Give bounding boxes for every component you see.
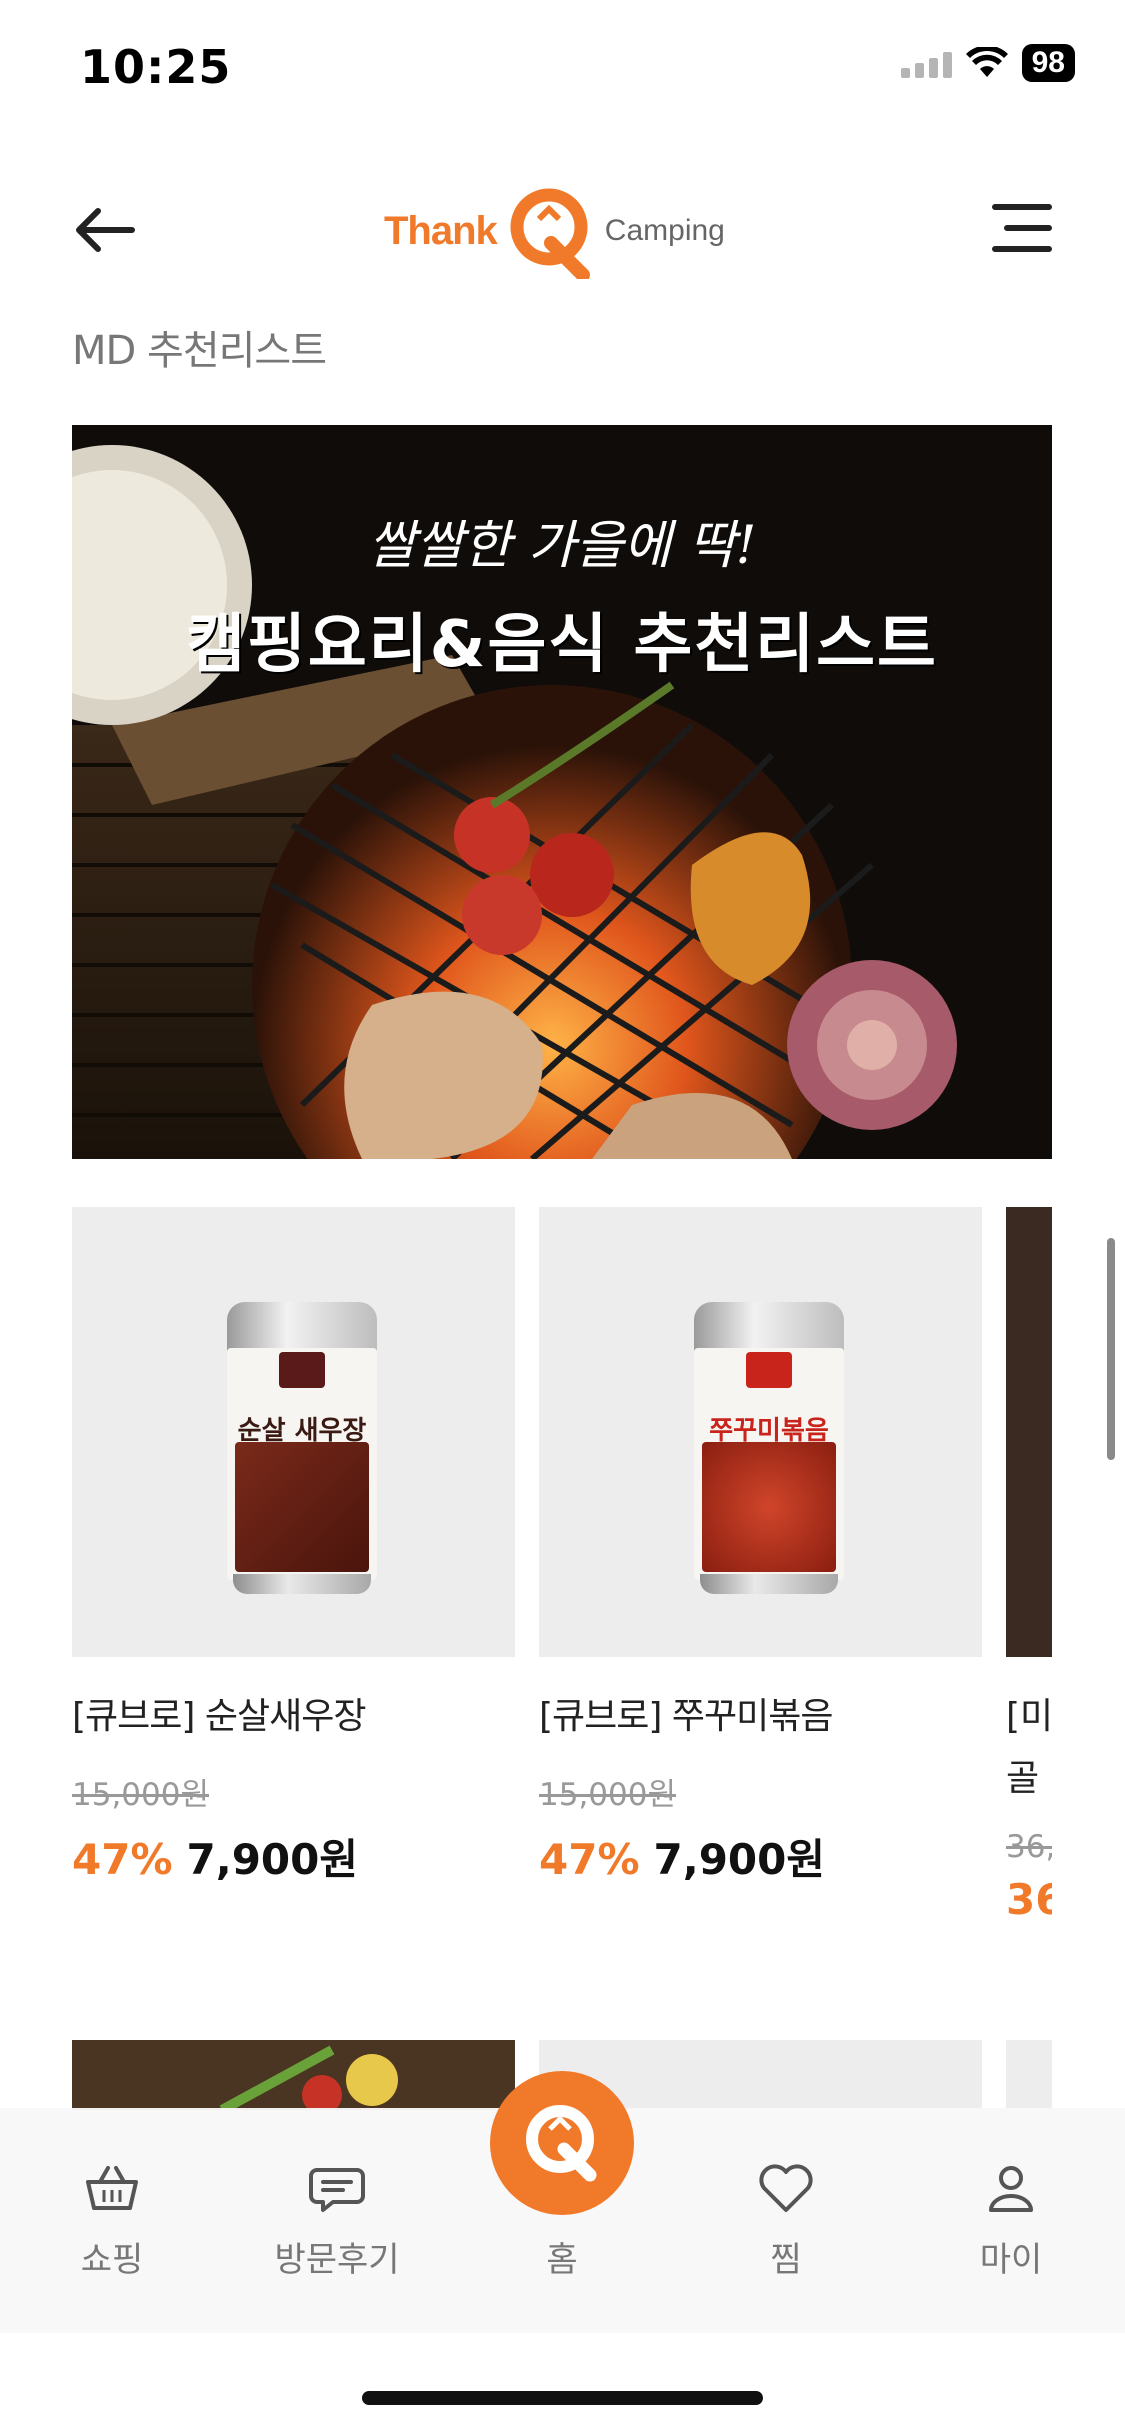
- nav-item-wishlist[interactable]: 찜: [706, 2158, 866, 2281]
- original-price: 15,000원: [72, 1777, 209, 1813]
- original-price: 36,: [1006, 1829, 1052, 1865]
- product-image[interactable]: [1006, 1207, 1052, 1657]
- section-title: MD 추천리스트: [72, 328, 327, 374]
- cubero-logo-icon: [746, 1352, 792, 1388]
- product-image[interactable]: 순살 새우장: [72, 1207, 515, 1657]
- sale-price: 7,900원: [653, 1835, 826, 1884]
- battery-indicator: 98: [1021, 44, 1075, 82]
- product-card[interactable]: 순살 새우장 [큐브로] 순살새우장 15,000원 47% 7,900원: [72, 1207, 515, 1887]
- status-icons: 98: [900, 44, 1075, 82]
- nav-label: 찜: [770, 2240, 802, 2280]
- product-name[interactable]: [큐브로] 순살새우장: [72, 1687, 515, 1739]
- product-thumbnail: [72, 2040, 515, 2110]
- sale-price: 36: [1006, 1875, 1052, 1924]
- original-price: 15,000원: [539, 1777, 676, 1813]
- back-arrow-icon[interactable]: [70, 195, 140, 265]
- heart-icon: [759, 2164, 813, 2212]
- logo-q-icon: [510, 188, 590, 279]
- product-name-line2: 골: [1006, 1758, 1040, 1799]
- product-image[interactable]: [1006, 2040, 1052, 2110]
- thankq-camping-logo[interactable]: Thank Camping: [384, 176, 725, 286]
- banner-subtitle: 쌀쌀한 가을에 딱!: [367, 516, 757, 576]
- wifi-icon: [965, 47, 1008, 77]
- status-time: 10:25: [80, 40, 232, 94]
- nav-label: 마이: [979, 2240, 1043, 2280]
- home-button[interactable]: [490, 2071, 634, 2215]
- product-image[interactable]: 쭈꾸미볶음: [539, 1207, 982, 1657]
- price-row: 47% 7,900원: [72, 1826, 515, 1887]
- cubero-logo-icon: [279, 1352, 325, 1388]
- nav-item-my[interactable]: 마이: [931, 2158, 1091, 2281]
- nav-item-shopping[interactable]: 쇼핑: [32, 2158, 192, 2281]
- scrollbar[interactable]: [1107, 1238, 1115, 1460]
- price-row: 47% 7,900원: [539, 1826, 982, 1887]
- product-name[interactable]: [미: [1006, 1687, 1052, 1739]
- logo-camping-text: Camping: [604, 214, 725, 247]
- nav-label: 쇼핑: [80, 2240, 144, 2280]
- can-illustration: 쭈꾸미볶음: [694, 1302, 844, 1594]
- product-image[interactable]: [72, 2040, 515, 2110]
- nav-label: 방문후기: [274, 2240, 400, 2280]
- app-header: Thank Camping: [0, 150, 1125, 310]
- home-q-icon: [526, 2105, 597, 2182]
- promo-banner[interactable]: 쌀쌀한 가을에 딱! 캠핑요리&음식 추천리스트: [72, 425, 1052, 1159]
- can-food-image: [702, 1442, 836, 1572]
- home-indicator[interactable]: [362, 2391, 763, 2405]
- chat-bubble-icon: [309, 2168, 365, 2212]
- status-bar: 10:25 98: [0, 0, 1125, 140]
- cellular-signal-icon: [900, 48, 952, 78]
- product-name[interactable]: [큐브로] 쭈꾸미볶음: [539, 1687, 982, 1739]
- hamburger-menu-icon[interactable]: [989, 195, 1055, 261]
- sale-price: 7,900원: [186, 1835, 359, 1884]
- product-card-partial[interactable]: [미 골 36, 36: [1006, 1207, 1052, 1924]
- banner-title: 캠핑요리&음식 추천리스트: [186, 608, 938, 682]
- person-icon: [989, 2166, 1033, 2212]
- can-food-image: [235, 1442, 369, 1572]
- nav-item-reviews[interactable]: 방문후기: [257, 2158, 417, 2281]
- discount-rate: 47%: [72, 1835, 173, 1884]
- basket-icon: [86, 2166, 138, 2210]
- logo-thank-text: Thank: [384, 208, 498, 253]
- nav-label-home: 홈: [546, 2240, 578, 2280]
- product-card[interactable]: 쭈꾸미볶음 [큐브로] 쭈꾸미볶음 15,000원 47% 7,900원: [539, 1207, 982, 1887]
- can-illustration: 순살 새우장: [227, 1302, 377, 1594]
- discount-rate: 47%: [539, 1835, 640, 1884]
